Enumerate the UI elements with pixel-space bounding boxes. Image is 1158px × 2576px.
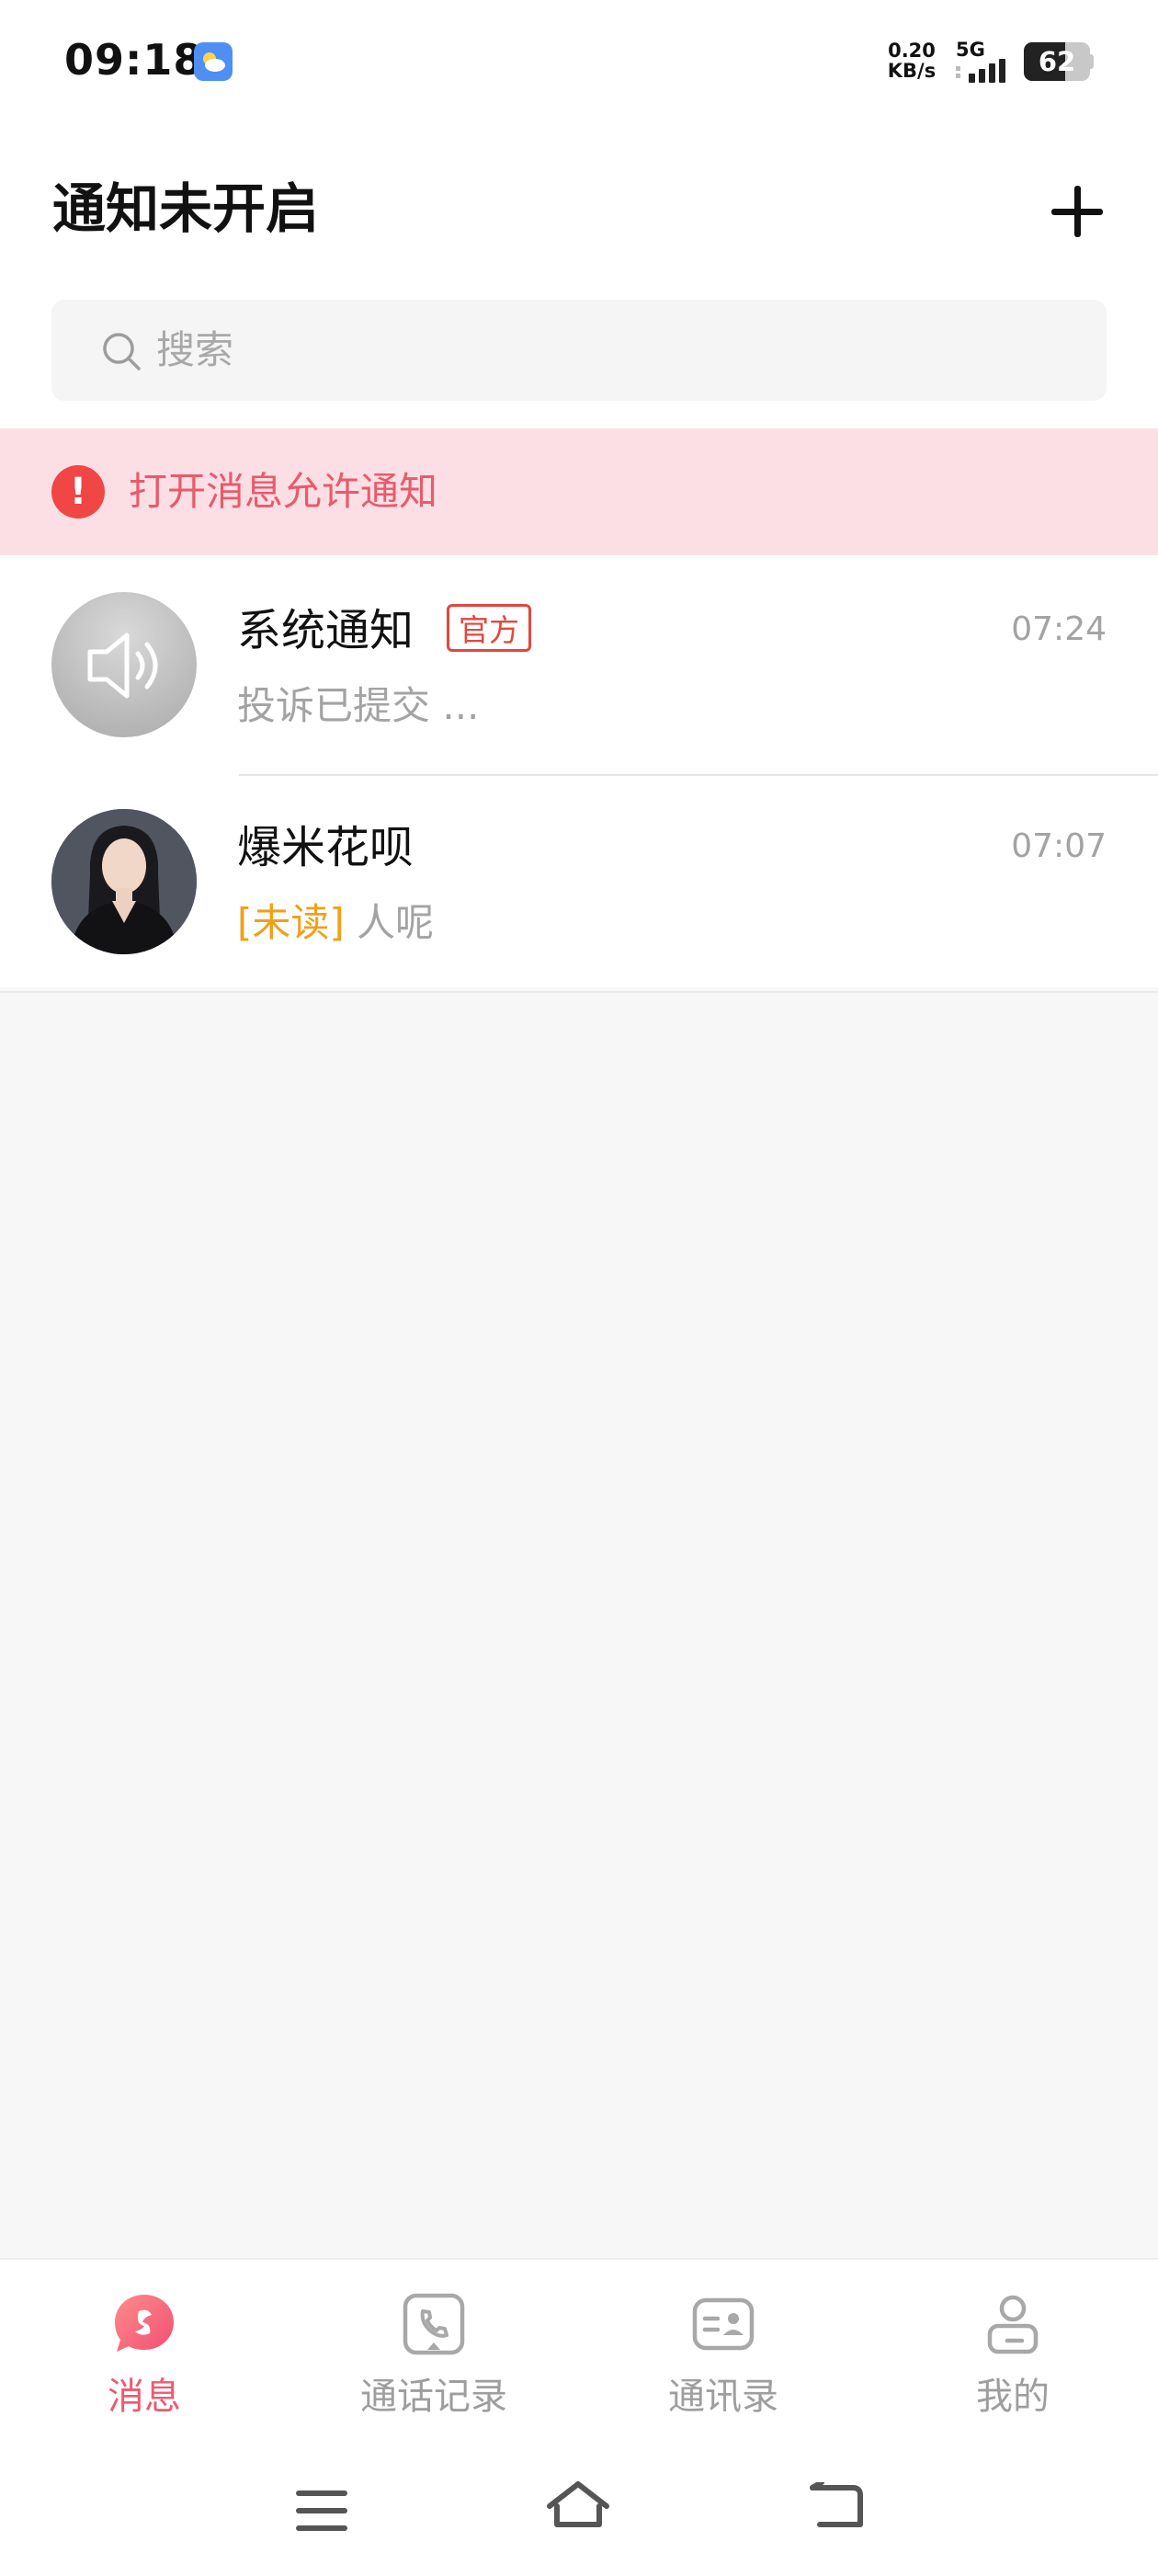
weather-app-icon	[194, 42, 233, 81]
search-input[interactable]: 搜索	[51, 300, 1107, 401]
enable-notification-banner[interactable]: ! 打开消息允许通知	[0, 428, 1158, 555]
tab-label: 消息	[108, 2376, 181, 2418]
home-icon[interactable]	[544, 2479, 612, 2530]
avatar	[51, 809, 197, 954]
phone-icon	[403, 2293, 465, 2355]
message-icon	[115, 2295, 174, 2352]
conversation-time: 07:07	[1011, 827, 1107, 865]
network-speed-unit: KB/s	[887, 60, 937, 82]
back-icon[interactable]	[809, 2482, 864, 2530]
status-time: 09:18	[64, 35, 204, 85]
conversation-message: 人呢	[357, 900, 435, 945]
divider	[0, 991, 1158, 993]
conversation-name: 系统通知	[237, 605, 414, 656]
network-type: 5G	[956, 39, 985, 61]
tab-call-log[interactable]: 通话记录	[324, 2293, 544, 2422]
banner-text: 打开消息允许通知	[129, 469, 438, 514]
conversation-time: 07:24	[1011, 610, 1107, 648]
signal-icon	[956, 59, 1005, 83]
add-button[interactable]	[1046, 180, 1108, 243]
search-icon	[103, 333, 141, 370]
menu-icon[interactable]	[296, 2491, 347, 2531]
battery-icon: 62	[1024, 42, 1094, 81]
speaker-icon	[87, 633, 158, 699]
conversation-item-user[interactable]: 爆米花呗 07:07 [未读] 人呢	[0, 774, 1158, 993]
conversation-name: 爆米花呗	[237, 822, 414, 873]
network-speed-value: 0.20	[888, 40, 936, 62]
exclamation-icon: !	[51, 465, 105, 519]
official-badge: 官方	[447, 604, 531, 652]
conversation-item-system[interactable]: 系统通知 官方 07:24 投诉已提交 ...	[0, 557, 1158, 776]
tab-contacts[interactable]: 通讯录	[613, 2293, 834, 2422]
tab-messages[interactable]: 消息	[34, 2293, 255, 2422]
tab-label: 通讯录	[668, 2376, 778, 2418]
person-photo	[51, 809, 197, 954]
profile-icon	[987, 2295, 1039, 2354]
avatar	[51, 592, 197, 737]
tab-profile[interactable]: 我的	[903, 2293, 1123, 2422]
tab-label: 通话记录	[360, 2376, 507, 2418]
network-speed: 0.20 KB/s	[882, 40, 941, 81]
search-placeholder: 搜索	[156, 327, 234, 372]
unread-tag: [未读]	[237, 900, 345, 945]
contact-card-icon	[692, 2297, 755, 2351]
tab-label: 我的	[976, 2376, 1050, 2418]
page-title: 通知未开启	[52, 177, 320, 240]
conversation-preview: [未读] 人呢	[237, 892, 434, 948]
conversation-preview: 投诉已提交 ...	[237, 683, 480, 728]
battery-level: 62	[1038, 46, 1076, 77]
